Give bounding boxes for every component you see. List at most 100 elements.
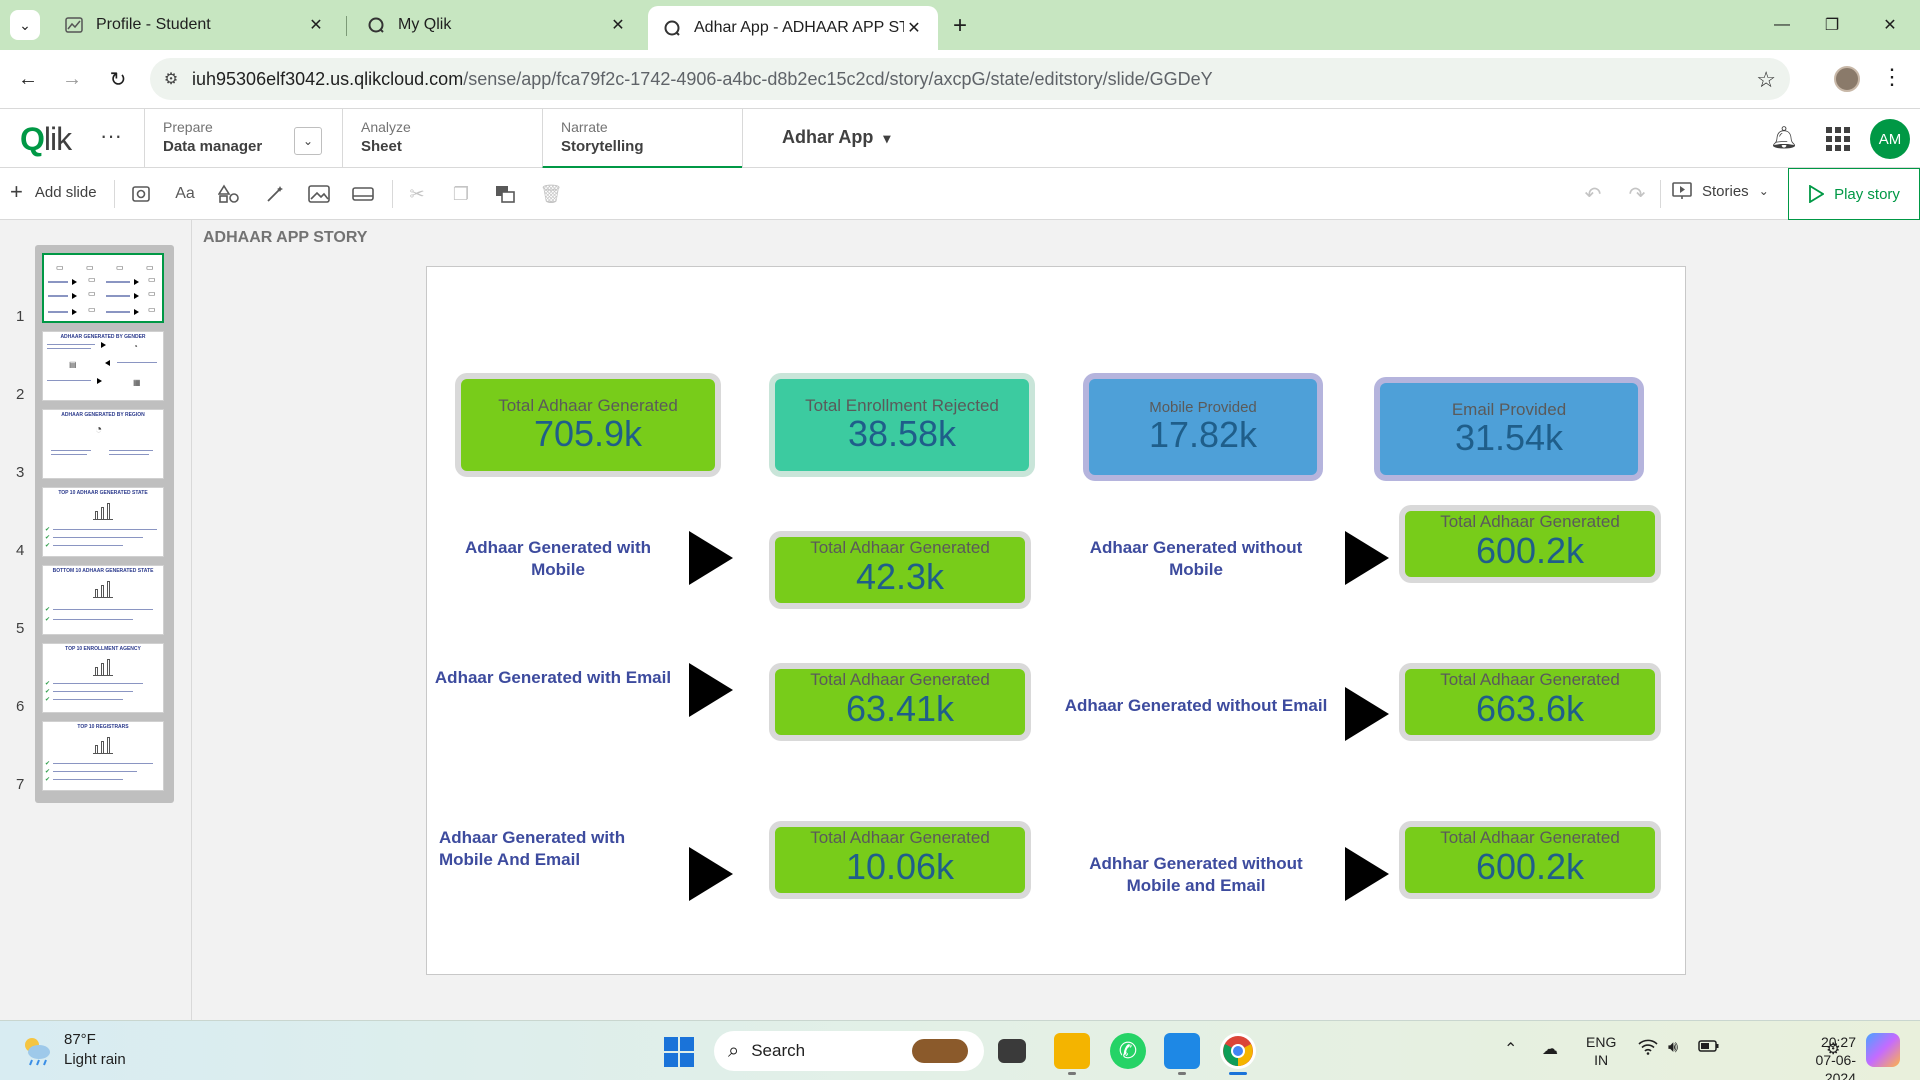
nav-narrate[interactable]: Narrate Storytelling bbox=[542, 109, 742, 169]
slide-number: 7 bbox=[16, 776, 25, 793]
volume-icon[interactable]: 🔊︎ bbox=[1668, 1039, 1678, 1057]
stories-dropdown[interactable]: Stories ⌄ bbox=[1672, 182, 1769, 200]
shapes-icon[interactable] bbox=[216, 182, 242, 206]
forward-button[interactable]: → bbox=[56, 63, 88, 95]
notifications-bell-icon[interactable]: 🔔︎ bbox=[1770, 125, 1798, 151]
chevron-up-icon[interactable]: ⌃ bbox=[1504, 1039, 1517, 1059]
slide-number: 6 bbox=[16, 698, 25, 715]
copy-icon[interactable]: ❐ bbox=[448, 182, 474, 206]
browser-profile-avatar[interactable] bbox=[1834, 66, 1860, 92]
kpi-with-email[interactable]: Total Adhaar Generated 63.41k bbox=[769, 663, 1031, 741]
address-bar[interactable]: ⚙ iuh95306elf3042.us.qlikcloud.com/sense… bbox=[150, 58, 1790, 100]
slide-thumbnail-6[interactable]: TOP 10 ENROLLMENT AGENCY ✔ ✔ ✔ bbox=[42, 643, 164, 713]
slide-thumbnail-1[interactable]: ▭ ▭ ▭ ▭ ▭ ▭ ▭ ▭ ▭ ▭ bbox=[42, 253, 164, 323]
chevron-down-icon: ⌄ bbox=[302, 134, 314, 148]
arrow-icon bbox=[689, 663, 733, 717]
close-icon[interactable]: ✕ bbox=[904, 18, 924, 38]
story-slide[interactable]: Total Adhaar Generated 705.9k Total Enrol… bbox=[426, 266, 1686, 975]
chevron-down-icon: ⌄ bbox=[19, 16, 31, 33]
tab-profile-student[interactable]: Profile - Student ✕ bbox=[50, 6, 340, 44]
kpi-value: 600.2k bbox=[1475, 845, 1585, 887]
arrange-icon[interactable] bbox=[492, 182, 518, 206]
tab-title: Adhar App - ADHAAR APP STO bbox=[694, 19, 904, 36]
undo-icon[interactable]: ↶ bbox=[1580, 182, 1606, 206]
nav-category: Narrate bbox=[561, 119, 608, 135]
user-avatar[interactable]: AM bbox=[1870, 119, 1910, 159]
kpi-without-mobile[interactable]: Total Adhaar Generated 600.2k bbox=[1399, 505, 1661, 583]
chrome-icon[interactable] bbox=[1220, 1033, 1256, 1075]
kpi-mobile-provided[interactable]: Mobile Provided 17.82k bbox=[1083, 373, 1323, 481]
kpi-label: Total Adhaar Generated bbox=[1440, 828, 1620, 847]
effects-icon[interactable] bbox=[262, 182, 288, 206]
cut-icon[interactable]: ✂ bbox=[404, 182, 430, 206]
restore-button[interactable]: ❐ bbox=[1812, 10, 1852, 40]
kpi-without-email[interactable]: Total Adhaar Generated 663.6k bbox=[1399, 663, 1661, 741]
kpi-email-provided[interactable]: Email Provided 31.54k bbox=[1374, 377, 1644, 481]
minimize-button[interactable]: — bbox=[1762, 10, 1802, 40]
slide-thumbnail-5[interactable]: BOTTOM 10 ADHAAR GENERATED STATE ✔ ✔ bbox=[42, 565, 164, 635]
clock-date: 07-06-2024 bbox=[1815, 1052, 1856, 1080]
bookmark-star-icon[interactable]: ☆ bbox=[1756, 67, 1776, 93]
kpi-value: 17.82k bbox=[1148, 414, 1258, 456]
delete-icon[interactable]: 🗑︎ bbox=[538, 182, 564, 206]
app-title[interactable]: Adhar App ▾ bbox=[782, 127, 890, 148]
window-close-button[interactable]: ✕ bbox=[1870, 10, 1910, 40]
reload-button[interactable]: ↻ bbox=[102, 63, 134, 95]
add-slide-button[interactable]: + Add slide bbox=[10, 181, 97, 203]
redo-icon[interactable]: ↷ bbox=[1624, 182, 1650, 206]
kpi-with-mobile-and-email[interactable]: Total Adhaar Generated 10.06k bbox=[769, 821, 1031, 899]
text-icon[interactable]: Aa bbox=[172, 182, 198, 206]
url-host: iuh95306elf3042.us.qlikcloud.com bbox=[192, 68, 464, 89]
weather-temperature[interactable]: 87°F bbox=[64, 1031, 96, 1048]
nav-analyze[interactable]: Analyze Sheet bbox=[342, 109, 542, 169]
kpi-without-mobile-and-email[interactable]: Total Adhaar Generated 600.2k bbox=[1399, 821, 1661, 899]
battery-icon[interactable] bbox=[1698, 1039, 1720, 1058]
slide-thumbnail-2[interactable]: ADHAAR GENERATED BY GENDER ◔ ▤ ▦ bbox=[42, 331, 164, 401]
copilot-icon[interactable] bbox=[1866, 1033, 1900, 1067]
slide-thumbnail-4[interactable]: TOP 10 ADHAAR GENERATED STATE ✔ ✔ ✔ bbox=[42, 487, 164, 557]
slide-number: 1 bbox=[16, 308, 25, 325]
new-tab-button[interactable]: + bbox=[944, 10, 976, 42]
kpi-value: 31.54k bbox=[1454, 417, 1564, 459]
tab-search-button[interactable]: ⌄ bbox=[10, 10, 40, 40]
language-indicator[interactable]: ENG IN bbox=[1586, 1033, 1616, 1069]
snapshot-icon[interactable] bbox=[128, 182, 154, 206]
nav-name: Sheet bbox=[361, 138, 402, 155]
more-icon[interactable]: ··· bbox=[100, 123, 122, 149]
prepare-dropdown-button[interactable]: ⌄ bbox=[294, 127, 322, 155]
slide-thumbnail-7[interactable]: TOP 10 REGISTRARS ✔ ✔ ✔ bbox=[42, 721, 164, 791]
photos-app-icon[interactable] bbox=[1164, 1033, 1200, 1075]
task-view-icon[interactable] bbox=[998, 1039, 1026, 1063]
kpi-with-mobile[interactable]: Total Adhaar Generated 42.3k bbox=[769, 531, 1031, 609]
tab-title: My Qlik bbox=[398, 16, 452, 33]
qlik-logo[interactable]: Qlik bbox=[20, 121, 72, 158]
site-info-icon[interactable]: ⚙ bbox=[150, 69, 192, 89]
kpi-total-enrollment-rejected[interactable]: Total Enrollment Rejected 38.58k bbox=[769, 373, 1035, 477]
apps-grid-icon[interactable] bbox=[1826, 127, 1850, 151]
image-icon[interactable] bbox=[306, 182, 332, 206]
system-clock[interactable]: 20:27 07-06-2024 bbox=[1788, 1033, 1856, 1080]
arrow-icon bbox=[1345, 531, 1389, 585]
weather-description[interactable]: Light rain bbox=[64, 1051, 126, 1068]
whatsapp-icon[interactable]: ✆ bbox=[1110, 1033, 1146, 1069]
windows-taskbar: 87°F Light rain ⌕ Search ✆ ⌃ ☁ ENG IN 🔊︎ … bbox=[0, 1020, 1920, 1080]
wifi-icon[interactable] bbox=[1638, 1039, 1658, 1060]
file-explorer-icon[interactable] bbox=[1054, 1033, 1090, 1075]
close-icon[interactable]: ✕ bbox=[306, 15, 326, 35]
onedrive-cloud-icon[interactable]: ☁ bbox=[1542, 1039, 1558, 1059]
play-story-button[interactable]: Play story bbox=[1788, 168, 1920, 220]
taskbar-search[interactable]: ⌕ Search bbox=[714, 1031, 984, 1071]
slide-thumbnail-3[interactable]: ADHAAR GENERATED BY REGION ◔ bbox=[42, 409, 164, 479]
back-button[interactable]: ← bbox=[12, 63, 44, 95]
nav-name: Storytelling bbox=[561, 138, 644, 155]
settings-gear-icon[interactable]: ⚙ bbox=[1826, 1039, 1840, 1059]
browser-menu-icon[interactable]: ⋮ bbox=[1880, 64, 1904, 90]
weather-rain-icon[interactable] bbox=[20, 1033, 54, 1067]
windows-start-icon[interactable] bbox=[664, 1037, 694, 1067]
qlik-icon bbox=[366, 15, 386, 35]
media-icon[interactable] bbox=[350, 182, 376, 206]
tab-my-qlik[interactable]: My Qlik ✕ bbox=[352, 6, 642, 44]
tab-adhar-app[interactable]: Adhar App - ADHAAR APP STO ✕ bbox=[648, 6, 938, 50]
kpi-total-adhaar-generated[interactable]: Total Adhaar Generated 705.9k bbox=[455, 373, 721, 477]
close-icon[interactable]: ✕ bbox=[608, 15, 628, 35]
